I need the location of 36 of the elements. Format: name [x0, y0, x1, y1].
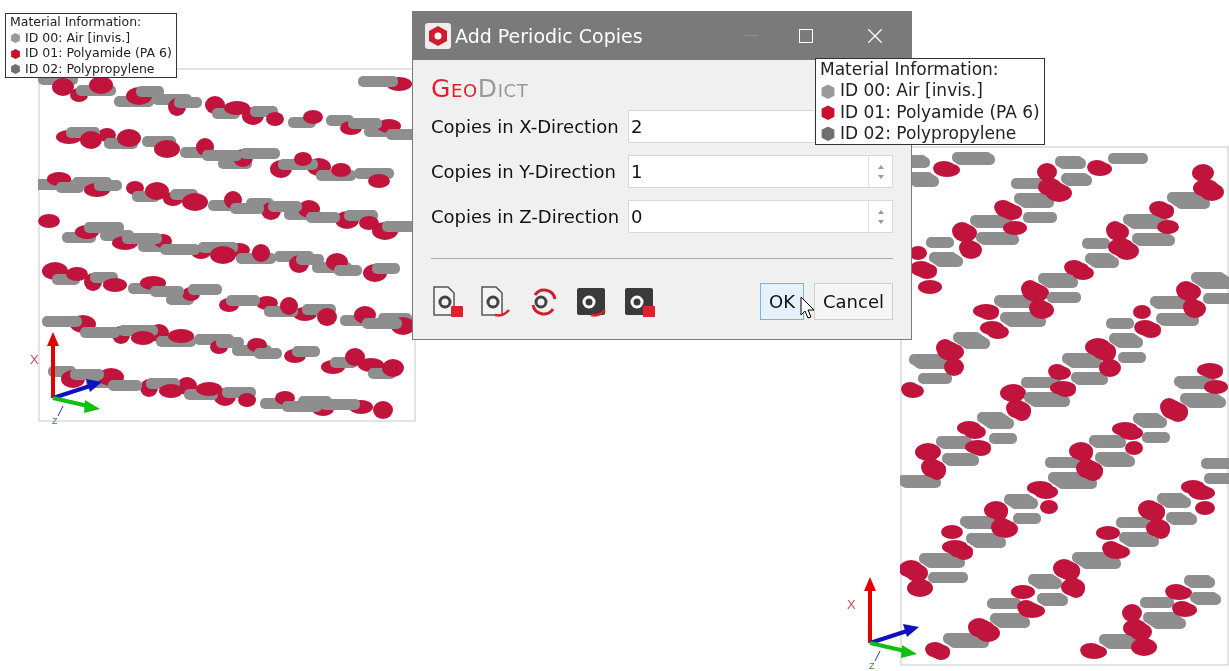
mouse-cursor-icon — [800, 296, 816, 320]
spin-up-icon[interactable] — [877, 209, 884, 214]
spin-down-icon[interactable] — [877, 219, 884, 224]
axis-label: X — [30, 352, 39, 367]
app-logo-icon — [425, 23, 451, 49]
spin-up-icon[interactable] — [877, 164, 884, 169]
maximize-icon — [799, 29, 813, 43]
legend-label: ID 01: Polyamide (PA 6) — [840, 101, 1040, 123]
number-field[interactable]: 2 — [628, 110, 814, 143]
spin-down-icon[interactable] — [877, 174, 884, 179]
number-field[interactable]: 1 — [628, 155, 893, 188]
load-settings-button[interactable] — [479, 284, 513, 319]
axis-label: Z — [52, 416, 58, 425]
axis-label: X — [847, 597, 856, 612]
legend-title: Material Information: — [10, 14, 143, 30]
window-title: Add Periodic Copies — [455, 23, 643, 49]
legend-label: ID 00: Air [invis.] — [25, 29, 131, 46]
axis-label: Z — [869, 661, 875, 670]
gear-document-icon — [479, 284, 513, 319]
axis-triad-icon — [47, 332, 102, 417]
cancel-button[interactable]: Cancel — [814, 283, 893, 320]
legend-title: Material Information: — [820, 59, 1000, 81]
gear-document-icon — [431, 284, 465, 319]
legend-label: ID 02: Polypropylene — [25, 60, 155, 77]
axis-triad-icon — [864, 577, 919, 662]
field-label: Copies in Z-Direction — [431, 205, 621, 229]
ok-button[interactable]: OK — [760, 283, 804, 320]
field-label: Copies in X-Direction — [431, 115, 620, 139]
field-label: Copies in Y-Direction — [431, 160, 617, 184]
save-settings-button[interactable] — [431, 284, 465, 319]
legend-label: ID 02: Polypropylene — [840, 122, 1017, 144]
brand-logo: GeoDict — [431, 76, 529, 101]
legend-label: ID 01: Polyamide (PA 6) — [25, 45, 172, 61]
close-icon — [868, 29, 882, 43]
number-field[interactable]: 0 — [628, 200, 893, 233]
legend-label: ID 00: Air [invis.] — [840, 80, 983, 102]
